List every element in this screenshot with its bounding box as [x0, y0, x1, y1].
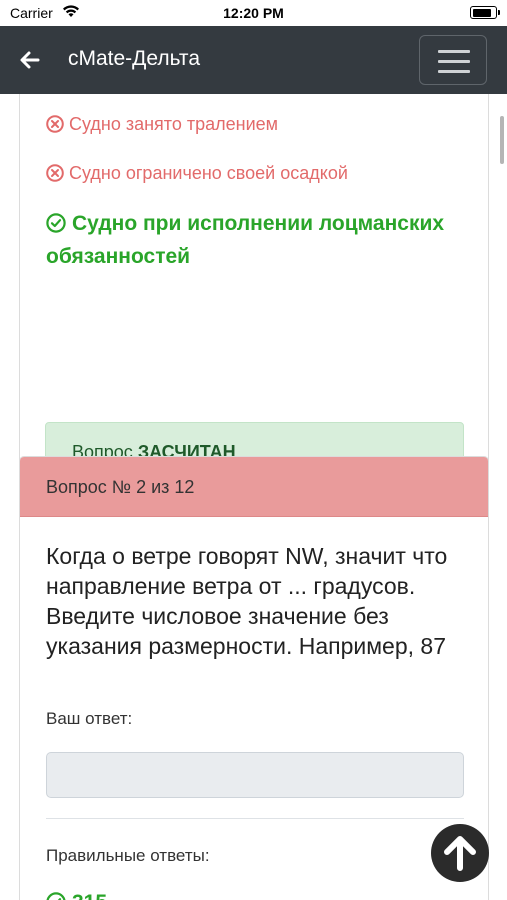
option-wrong-2: Судно ограничено своей осадкой: [46, 163, 348, 184]
x-circle-icon: [46, 115, 64, 133]
hamburger-menu-icon: [438, 50, 470, 53]
option-text: Судно занято тралением: [69, 114, 279, 134]
correct-answers-label: Правильные ответы:: [46, 846, 210, 865]
scrollbar[interactable]: [500, 116, 504, 164]
divider: [46, 818, 464, 819]
question-text: Когда о ветре говорят NW, значит что нап…: [46, 543, 448, 659]
question-header: Вопрос № 2 из 12: [20, 457, 488, 517]
navbar: сMate-Дельта: [0, 26, 507, 94]
answer-label: Ваш ответ:: [46, 709, 133, 728]
option-wrong-1: Судно занято тралением: [46, 114, 278, 135]
option-correct: Судно при исполнении лоцманских обязанно…: [46, 207, 446, 273]
app-title: сMate-Дельта: [68, 47, 200, 70]
battery-icon: [470, 6, 500, 19]
option-text: Судно ограничено своей осадкой: [69, 163, 348, 183]
battery-level: [472, 8, 492, 17]
question-card-2: Вопрос № 2 из 12 Когда о ветре говорят N…: [19, 456, 489, 900]
correct-answer: 315: [46, 891, 107, 900]
x-circle-icon: [46, 164, 64, 182]
answer-input[interactable]: [46, 752, 464, 798]
scroll-top-button[interactable]: [431, 824, 489, 882]
status-bar: Carrier 12:20 PM: [0, 0, 507, 26]
main-content: Судно занято тралением Судно ограничено …: [0, 94, 507, 900]
menu-toggle-button[interactable]: [419, 35, 487, 85]
clock: 12:20 PM: [223, 5, 284, 21]
check-circle-icon: [46, 892, 66, 900]
correct-answer-value: 315: [72, 891, 107, 900]
option-text: Судно при исполнении лоцманских обязанно…: [46, 212, 445, 268]
arrow-left-icon[interactable]: [18, 48, 42, 72]
arrow-up-icon: [444, 836, 476, 871]
check-circle-icon: [46, 210, 66, 233]
